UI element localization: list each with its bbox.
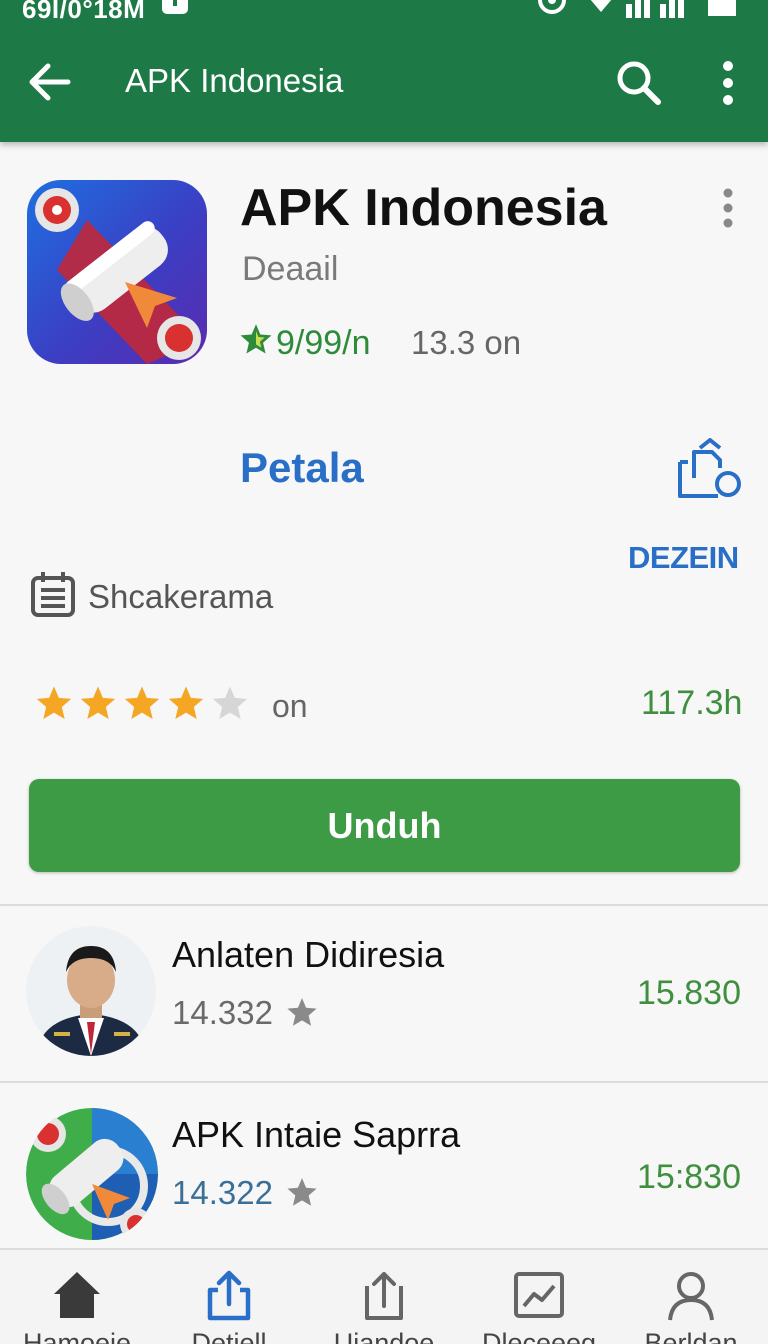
search-icon[interactable] xyxy=(614,58,664,108)
star-filled-icon xyxy=(36,686,72,719)
notification-icon xyxy=(160,0,190,23)
nav-label: Uiandoe xyxy=(333,1328,435,1344)
calendar-icon xyxy=(30,570,76,618)
app-bar-title: APK Indonesia xyxy=(125,62,344,99)
back-arrow-icon[interactable] xyxy=(26,58,74,106)
star-icon xyxy=(287,998,317,1026)
rating-star-icon xyxy=(238,322,274,358)
chart-icon xyxy=(514,1272,564,1318)
app-subtitle: Deaail xyxy=(242,250,339,288)
divider xyxy=(0,904,768,906)
more-vert-icon[interactable] xyxy=(712,58,744,108)
list-item-value: 15:830 xyxy=(637,1158,741,1196)
nav-label: Berldan xyxy=(644,1328,738,1344)
nav-stats[interactable]: Dleceeeg xyxy=(464,1250,614,1344)
signal-icon xyxy=(626,0,690,23)
app-bar: 69I/0°18M APK Indonesia xyxy=(0,0,768,142)
divider xyxy=(0,1081,768,1083)
nav-upload[interactable]: Uiandoe xyxy=(309,1250,459,1344)
star-empty-icon xyxy=(212,686,248,719)
nav-detail[interactable]: Detiell xyxy=(154,1250,304,1344)
star-filled-icon xyxy=(168,686,204,719)
status-time: 69I/0°18M xyxy=(22,0,146,24)
star-filled-icon xyxy=(124,686,160,719)
nav-profile[interactable]: Berldan xyxy=(616,1250,766,1344)
section-heading[interactable]: Petala xyxy=(240,444,364,492)
app-avatar[interactable] xyxy=(26,1106,158,1242)
bottom-navigation: Hamoeie Detiell Uiandoe Dleceeeg Berldan xyxy=(0,1248,768,1344)
app-title: APK Indonesia xyxy=(240,179,607,237)
download-button[interactable]: Unduh xyxy=(29,779,740,872)
list-item-title[interactable]: Anlaten Didiresia xyxy=(172,934,444,976)
share-icon[interactable] xyxy=(672,438,742,500)
list-item-title[interactable]: APK Intaie Saprra xyxy=(172,1114,460,1156)
app-rating: 9/99/n xyxy=(276,324,371,362)
overflow-menu-icon[interactable] xyxy=(714,186,742,232)
list-item-subtitle: 14.332 xyxy=(172,994,319,1032)
star-rating xyxy=(33,684,251,724)
share-icon xyxy=(207,1270,251,1321)
app-icon xyxy=(27,180,207,364)
avatar[interactable] xyxy=(26,926,156,1056)
home-icon xyxy=(54,1272,100,1318)
alarm-icon xyxy=(536,0,568,23)
download-count: 117.3h xyxy=(641,684,743,722)
battery-icon xyxy=(708,0,736,23)
list-item-rating: 14.332 xyxy=(172,994,273,1031)
list-item-rating: 14.322 xyxy=(172,1174,273,1211)
meta-label: Shcakerama xyxy=(88,578,274,615)
nav-label: Dleceeeg xyxy=(481,1328,597,1344)
stars-label: on xyxy=(272,688,308,724)
list-item-value: 15.830 xyxy=(637,974,741,1012)
profile-icon xyxy=(668,1272,714,1321)
nav-label: Hamoeie xyxy=(22,1328,132,1344)
star-filled-icon xyxy=(80,686,116,719)
upload-icon xyxy=(365,1272,403,1320)
list-item-subtitle: 14.322 xyxy=(172,1174,319,1212)
wifi-icon xyxy=(584,0,618,23)
nav-label: Detiell xyxy=(191,1328,267,1344)
app-size: 13.3 on xyxy=(411,324,522,361)
star-icon xyxy=(287,1178,317,1206)
nav-home[interactable]: Hamoeie xyxy=(2,1250,152,1344)
dezein-link[interactable]: DEZEIN xyxy=(628,540,739,576)
